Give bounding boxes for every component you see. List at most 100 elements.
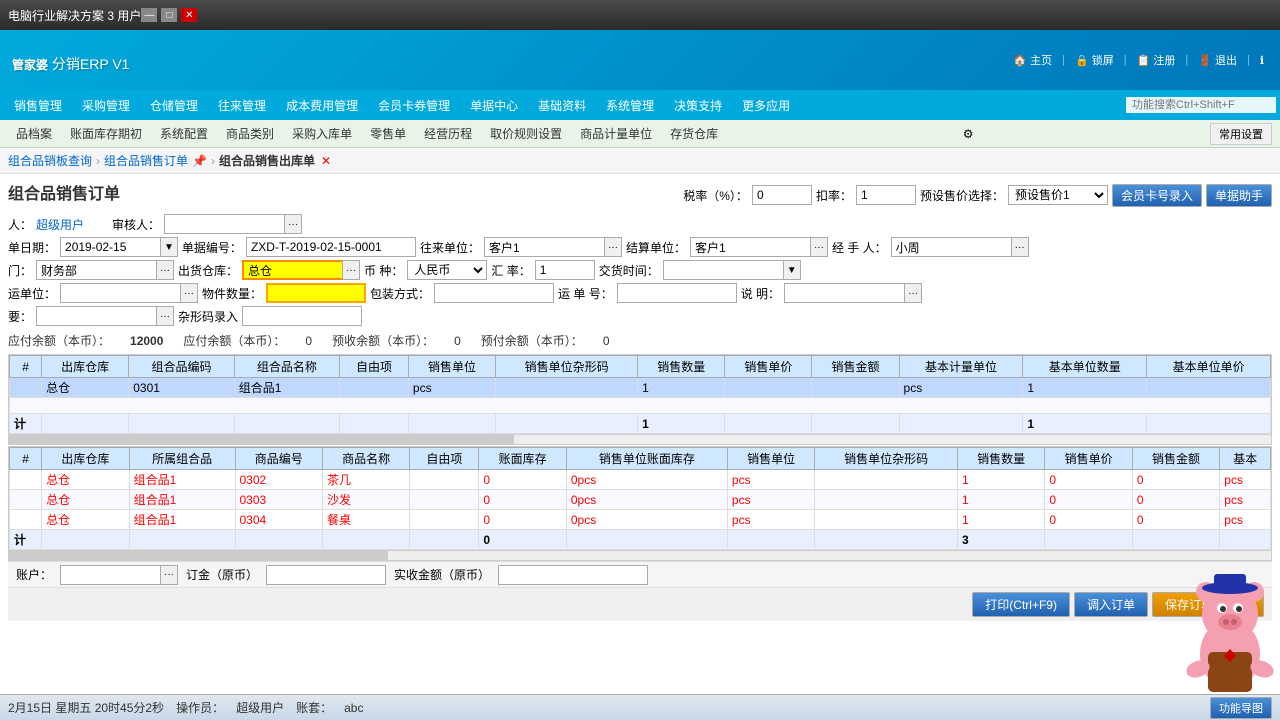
currency-select[interactable]: 人民币 <box>407 260 487 280</box>
main-nav: 销售管理 采购管理 仓储管理 往来管理 成本费用管理 会员卡券管理 单据中心 基… <box>0 90 1280 120</box>
warehouse-browse-btn[interactable]: ··· <box>342 260 360 280</box>
breadcrumb-item-2: 组合品销售出库单 <box>219 152 315 169</box>
exchange-input[interactable] <box>535 260 595 280</box>
sub-col-code: 商品编号 <box>235 448 322 470</box>
register-link[interactable]: 📋 注册 <box>1133 52 1180 68</box>
breadcrumb-close-btn[interactable]: ✕ <box>321 154 331 168</box>
nav-system[interactable]: 系统管理 <box>596 93 664 118</box>
actual-amount-input[interactable] <box>498 565 648 585</box>
close-btn[interactable]: ✕ <box>181 8 197 22</box>
review-input[interactable] <box>164 214 284 234</box>
require-browse-btn[interactable]: ··· <box>156 306 174 326</box>
price-select[interactable]: 预设售价1 <box>1008 185 1108 205</box>
subnav-retail[interactable]: 零售单 <box>362 122 414 145</box>
partner-browse-btn[interactable]: ··· <box>604 237 622 257</box>
nav-decision[interactable]: 决策支持 <box>664 93 732 118</box>
account-browse-btn[interactable]: ··· <box>160 565 178 585</box>
nav-voucher[interactable]: 单据中心 <box>460 93 528 118</box>
dept-input[interactable] <box>36 260 156 280</box>
subnav-config[interactable]: 系统配置 <box>152 122 216 145</box>
call-order-btn[interactable]: 调入订单 <box>1074 592 1148 617</box>
minimize-btn[interactable]: — <box>141 8 157 22</box>
price-select-label: 预设售价选择： <box>920 187 1004 204</box>
remark-browse-btn[interactable]: ··· <box>904 283 922 303</box>
user-label: 人： <box>8 216 32 233</box>
order-no-input[interactable] <box>246 237 416 257</box>
maximize-btn[interactable]: □ <box>161 8 177 22</box>
settlement-browse-btn[interactable]: ··· <box>810 237 828 257</box>
ship-no-input[interactable] <box>617 283 737 303</box>
nav-basic[interactable]: 基础资料 <box>528 93 596 118</box>
account-input[interactable] <box>60 565 160 585</box>
nav-sales[interactable]: 销售管理 <box>4 93 72 118</box>
settings-btn[interactable]: 常用设置 <box>1210 123 1272 145</box>
sub-table-row[interactable]: 总仓 组合品1 0303 沙发 0 0pcs pcs 1 0 0 pcs <box>10 490 1271 510</box>
info-link[interactable]: ℹ <box>1256 54 1268 67</box>
partner-input[interactable] <box>484 237 604 257</box>
handler-browse-btn[interactable]: ··· <box>1011 237 1029 257</box>
date-browse-btn[interactable]: ▼ <box>160 237 178 257</box>
nav-purchase[interactable]: 采购管理 <box>72 93 140 118</box>
trading-time-label: 交货时间： <box>599 262 659 279</box>
order-amount-input[interactable] <box>266 565 386 585</box>
help-btn[interactable]: 单据助手 <box>1206 184 1272 207</box>
order-no-label: 单据编号： <box>182 239 242 256</box>
ship-browse-btn[interactable]: ··· <box>180 283 198 303</box>
title-bar: 电脑行业解决方案 3 用户 — □ ✕ <box>0 0 1280 30</box>
nav-warehouse[interactable]: 仓储管理 <box>140 93 208 118</box>
subnav-purchase-in[interactable]: 采购入库单 <box>284 122 360 145</box>
home-link[interactable]: 🏠 主页 <box>1009 52 1056 68</box>
lock-link[interactable]: 🔒 锁屏 <box>1071 52 1118 68</box>
col-unit-code: 销售单位杂形码 <box>496 356 638 378</box>
sub-table-scrollbar[interactable] <box>9 550 1271 560</box>
trading-time-input[interactable] <box>663 260 783 280</box>
status-operator-value: 超级用户 <box>236 699 284 716</box>
function-map-btn[interactable]: 功能导图 <box>1210 697 1272 719</box>
handler-input[interactable] <box>891 237 1011 257</box>
settlement-input[interactable] <box>690 237 810 257</box>
sub-col-no: # <box>10 448 42 470</box>
main-table-scrollbar[interactable] <box>9 434 1271 444</box>
remark-input[interactable] <box>784 283 904 303</box>
tax-rate-label: 税率（%）： <box>683 187 748 204</box>
date-input-group: ▼ <box>60 237 178 257</box>
trading-time-browse-btn[interactable]: ▼ <box>783 260 801 280</box>
subnav-price[interactable]: 取价规则设置 <box>482 122 570 145</box>
review-browse-btn[interactable]: ··· <box>284 214 302 234</box>
date-input[interactable] <box>60 237 160 257</box>
exchange-label: 汇 率： <box>491 262 530 279</box>
breadcrumb-item-1[interactable]: 组合品销售订单 <box>104 152 188 169</box>
pack-input[interactable] <box>434 283 554 303</box>
subnav-product[interactable]: 品档案 <box>8 122 60 145</box>
dept-browse-btn[interactable]: ··· <box>156 260 174 280</box>
subnav-history[interactable]: 经营历程 <box>416 122 480 145</box>
nav-search-input[interactable] <box>1126 97 1276 113</box>
header-nav-right: 🏠 主页 | 🔒 锁屏 | 📋 注册 | 🚪 退出 | ℹ <box>1009 52 1268 68</box>
subnav-account-init[interactable]: 账面库存期初 <box>62 122 150 145</box>
settings-icon: ⚙ <box>963 127 974 141</box>
nav-transaction[interactable]: 往来管理 <box>208 93 276 118</box>
nav-cost[interactable]: 成本费用管理 <box>276 93 368 118</box>
warehouse-input[interactable] <box>242 260 342 280</box>
breadcrumb-item-0[interactable]: 组合品销板查询 <box>8 152 92 169</box>
subnav-warehouse[interactable]: 存货仓库 <box>662 122 726 145</box>
subnav-uom[interactable]: 商品计量单位 <box>572 122 660 145</box>
sub-nav: 品档案 账面库存期初 系统配置 商品类别 采购入库单 零售单 经营历程 取价规则… <box>0 120 1280 148</box>
exit-link[interactable]: 🚪 退出 <box>1194 52 1241 68</box>
table-row-empty <box>10 398 1271 414</box>
item-count-input[interactable] <box>266 283 366 303</box>
table-row[interactable]: 总仓 0301 组合品1 pcs 1 pcs 1 <box>10 378 1271 398</box>
sub-table-container: # 出库仓库 所属组合品 商品编号 商品名称 自由项 账面库存 销售单位账面库存… <box>8 446 1272 561</box>
print-btn[interactable]: 打印(Ctrl+F9) <box>972 592 1070 617</box>
barcode-input[interactable] <box>242 306 362 326</box>
sub-table-row[interactable]: 总仓 组合品1 0304 餐桌 0 0pcs pcs 1 0 0 pcs <box>10 510 1271 530</box>
nav-member[interactable]: 会员卡券管理 <box>368 93 460 118</box>
nav-more[interactable]: 更多应用 <box>732 93 800 118</box>
require-input[interactable] <box>36 306 156 326</box>
ship-input[interactable] <box>60 283 180 303</box>
tax-rate-input[interactable] <box>752 185 812 205</box>
discount-input[interactable] <box>856 185 916 205</box>
member-card-btn[interactable]: 会员卡号录入 <box>1112 184 1202 207</box>
sub-table-row[interactable]: 总仓 组合品1 0302 茶几 0 0pcs pcs 1 0 0 pcs <box>10 470 1271 490</box>
subnav-category[interactable]: 商品类别 <box>218 122 282 145</box>
